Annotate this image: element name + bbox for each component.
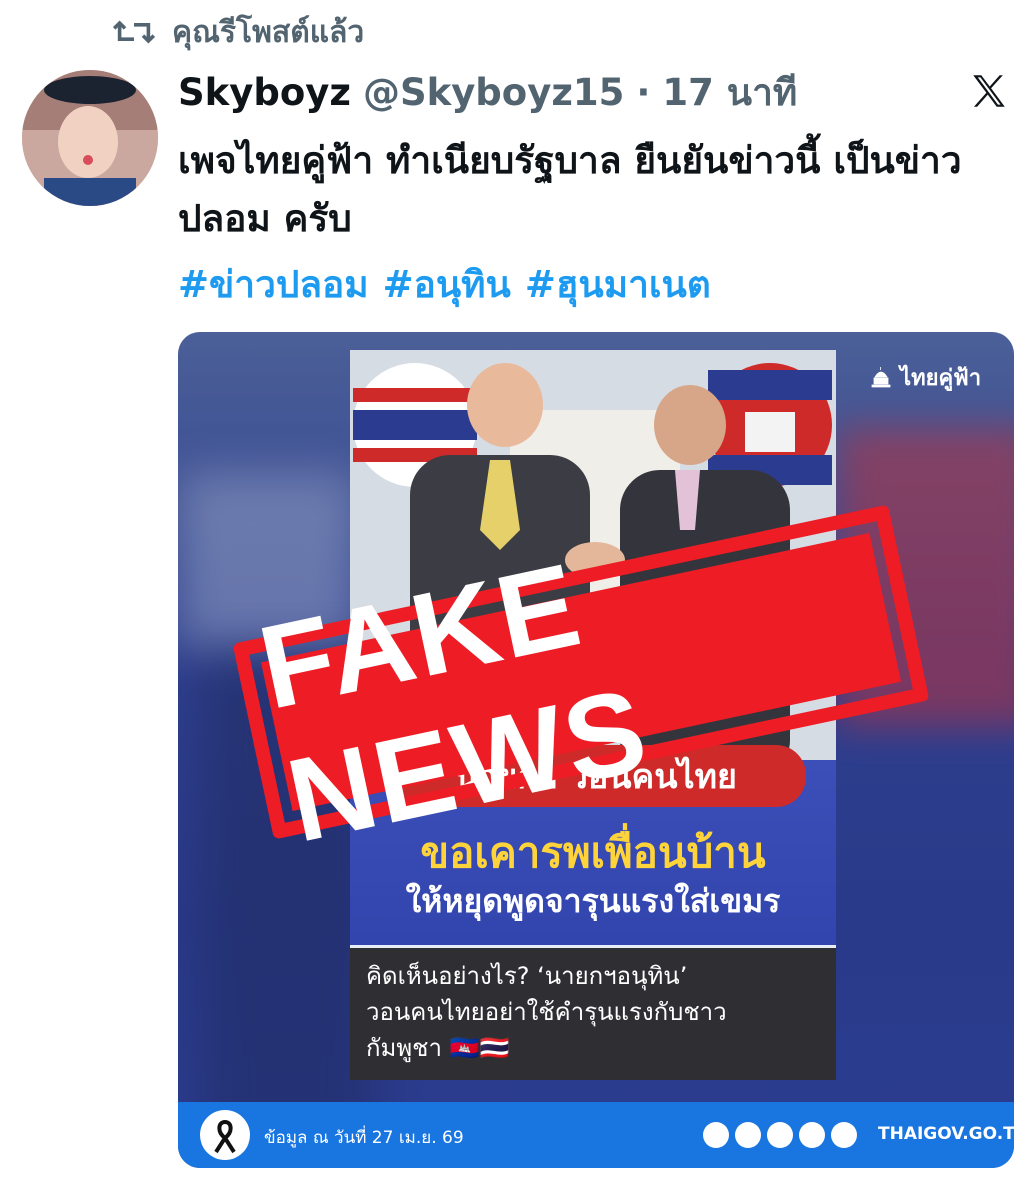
facebook-icon xyxy=(703,1122,729,1148)
footer-site: THAIGOV.GO.TH xyxy=(878,1124,1014,1144)
display-name[interactable]: Skyboyz xyxy=(178,71,351,114)
caption-line: วอนคนไทยอย่าใช้คำรุนแรงกับชาว xyxy=(366,998,727,1026)
user-handle[interactable]: @Skyboyz15 xyxy=(363,71,624,114)
hashtags: #ข่าวปลอม #อนุทิน #ฮุนมาเนต xyxy=(178,256,711,312)
brand-label: ไทยคู่ฟ้า xyxy=(868,360,981,395)
timestamp[interactable]: 17 นาที xyxy=(662,63,797,122)
separator-dot: · xyxy=(636,70,651,114)
caption-line: กัมพูชา 🇰🇭🇹🇭 xyxy=(366,1034,510,1062)
avatar[interactable] xyxy=(22,70,158,206)
footer-date: ข้อมูล ณ วันที่ 27 เม.ย. 69 xyxy=(264,1128,464,1148)
headline-sub: ให้หยุดพูดจารุนแรงใส่เขมร xyxy=(405,882,781,920)
youtube-icon xyxy=(831,1122,857,1148)
ribbon-shape xyxy=(214,1119,236,1154)
repost-indicator[interactable]: คุณรีโพสต์แล้ว xyxy=(112,10,364,54)
social-icons xyxy=(703,1122,857,1148)
repost-label: คุณรีโพสต์แล้ว xyxy=(172,14,365,50)
hashtag-link[interactable]: #อนุทิน xyxy=(383,255,511,314)
x-icon xyxy=(767,1122,793,1148)
media-footer: ข้อมูล ณ วันที่ 27 เม.ย. 69 THAIGOV.GO.T… xyxy=(178,1102,1014,1168)
caption-line: คิดเห็นอย่างไร? ‘นายกฯอนุทิน’ xyxy=(366,962,688,990)
hashtag-link[interactable]: #ฮุนมาเนต xyxy=(525,255,711,314)
brand-name: ไทยคู่ฟ้า xyxy=(900,366,982,391)
instagram-icon xyxy=(799,1122,825,1148)
caption-box: คิดเห็นอย่างไร? ‘นายกฯอนุทิน’ วอนคนไทยอย… xyxy=(350,948,836,1080)
tweet-text: เพจไทยคู่ฟ้า ทำเนียบรัฐบาล ยืนยันข่าวนี้… xyxy=(178,139,962,240)
x-logo-icon[interactable] xyxy=(968,70,1010,112)
tweet-header: Skyboyz @Skyboyz15 · 17 นาที xyxy=(178,64,797,120)
media-image[interactable]: ไทยคู่ฟ้า นายกฯ วอนคนไทย ขอเคารพเพื่อนบ้… xyxy=(178,332,1014,1168)
tweet-screen: คุณรีโพสต์แล้ว Skyboyz @Skyboyz15 · 17 น… xyxy=(0,0,1035,1200)
avatar-image xyxy=(22,70,158,206)
tiktok-icon xyxy=(735,1122,761,1148)
repost-icon xyxy=(112,20,156,44)
mourning-ribbon-icon xyxy=(200,1110,250,1160)
hashtag-link[interactable]: #ข่าวปลอม xyxy=(178,255,369,314)
government-dome-icon xyxy=(871,366,891,387)
